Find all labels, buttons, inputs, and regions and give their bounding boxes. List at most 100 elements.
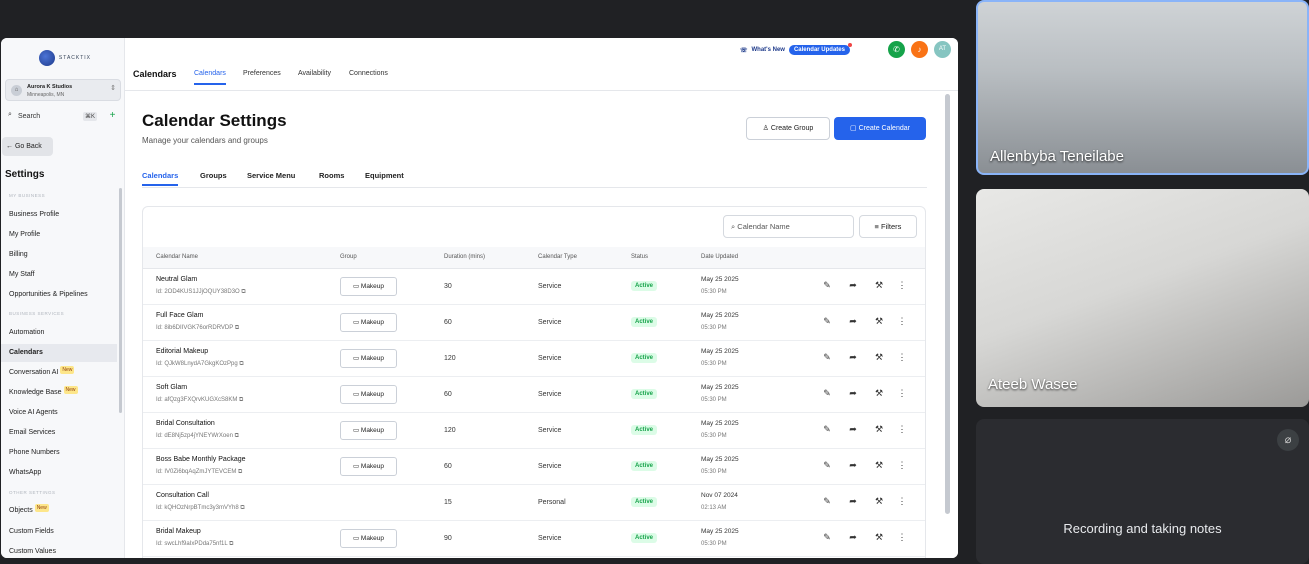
create-calendar-button[interactable]: ▢ Create Calendar <box>834 117 926 140</box>
calendar-name[interactable]: Full Face Glam <box>156 312 203 319</box>
main-scrollbar[interactable] <box>945 94 950 514</box>
whats-new[interactable]: ☏ What's New Calendar Updates <box>740 43 852 57</box>
more-icon[interactable]: ⋮ <box>896 532 908 543</box>
sidebar-item-calendars[interactable]: Calendars <box>1 344 117 362</box>
table-row[interactable]: Bridal Consultation Id: dE8Nj5zp4jYNEYWrX… <box>143 413 925 449</box>
share-icon[interactable]: ➦ <box>847 280 859 291</box>
calendar-name[interactable]: Editorial Makeup <box>156 348 208 355</box>
group-chip[interactable]: ▭ Makeup <box>340 277 397 296</box>
group-chip[interactable]: ▭ Makeup <box>340 457 397 476</box>
filters-button[interactable]: ≡ Filters <box>859 215 917 238</box>
sidebar-item-billing[interactable]: Billing <box>1 246 117 264</box>
tab-availability[interactable]: Availability <box>298 70 331 77</box>
copy-icon[interactable]: ⧉ <box>239 361 243 367</box>
subtab-calendars[interactable]: Calendars <box>142 171 179 186</box>
sidebar-item-business-profile[interactable]: Business Profile <box>1 206 117 224</box>
quick-add-button[interactable]: + <box>107 111 118 122</box>
unlink-icon[interactable]: ⚒ <box>873 280 885 291</box>
account-switcher[interactable]: ⌂ Aurora K Studios Minneapolis, MN ⇕ <box>5 79 121 101</box>
edit-icon[interactable]: ✎ <box>821 352 833 363</box>
calendar-updates-badge[interactable]: Calendar Updates <box>788 43 852 55</box>
calendar-search-input[interactable]: ⌕ Calendar Name <box>723 215 854 238</box>
copy-icon[interactable]: ⧉ <box>235 325 239 331</box>
tab-connections[interactable]: Connections <box>349 70 388 77</box>
more-icon[interactable]: ⋮ <box>896 352 908 363</box>
table-row[interactable]: Bridal Makeup Id: swcLhf9aIxPDda75nf1L ⧉ ▭… <box>143 521 925 557</box>
sidebar-item-voice-ai[interactable]: Voice AI Agents <box>1 404 117 422</box>
copy-icon[interactable]: ⧉ <box>229 541 233 547</box>
sidebar-item-phone-numbers[interactable]: Phone Numbers <box>1 444 117 462</box>
sidebar-item-email-services[interactable]: Email Services <box>1 424 117 442</box>
more-icon[interactable]: ⋮ <box>896 280 908 291</box>
calendar-name[interactable]: Consultation Call <box>156 492 209 499</box>
create-group-button[interactable]: ♙ Create Group <box>746 117 830 140</box>
calendar-name[interactable]: Neutral Glam <box>156 276 197 283</box>
calendar-name[interactable]: Bridal Makeup <box>156 528 201 535</box>
sidebar-item-objects[interactable]: Objects New <box>1 502 117 520</box>
group-chip[interactable]: ▭ Makeup <box>340 313 397 332</box>
more-icon[interactable]: ⋮ <box>896 388 908 399</box>
phone-icon[interactable]: ✆ <box>888 41 905 58</box>
table-row[interactable]: Full Face Glam Id: 8ib6DIIVGK76orRDRVDP ⧉… <box>143 305 925 341</box>
unlink-icon[interactable]: ⚒ <box>873 352 885 363</box>
avatar[interactable]: AT <box>934 41 951 58</box>
more-icon[interactable]: ⋮ <box>896 496 908 507</box>
group-chip[interactable]: ▭ Makeup <box>340 349 397 368</box>
edit-icon[interactable]: ✎ <box>821 532 833 543</box>
video-tile-notes[interactable]: ⌀ Recording and taking notes <box>976 419 1309 564</box>
unlink-icon[interactable]: ⚒ <box>873 460 885 471</box>
share-icon[interactable]: ➦ <box>847 316 859 327</box>
share-icon[interactable]: ➦ <box>847 460 859 471</box>
sidebar-item-whatsapp[interactable]: WhatsApp <box>1 464 117 482</box>
calendar-name[interactable]: Soft Glam <box>156 384 187 391</box>
copy-icon[interactable]: ⧉ <box>235 433 239 439</box>
video-tile-participant-1[interactable]: Allenbyba Teneilabe <box>976 0 1309 175</box>
table-row[interactable]: Soft Glam Id: afQzg3FXQrvKUGXcS8KM ⧉ ▭ Mak… <box>143 377 925 413</box>
sidebar-item-custom-fields[interactable]: Custom Fields <box>1 523 117 541</box>
share-icon[interactable]: ➦ <box>847 388 859 399</box>
group-chip[interactable]: ▭ Makeup <box>340 385 397 404</box>
subtab-groups[interactable]: Groups <box>200 171 227 180</box>
sidebar-item-conversation-ai[interactable]: Conversation AI New <box>1 364 117 382</box>
copy-icon[interactable]: ⧉ <box>239 397 243 403</box>
sidebar-item-opportunities[interactable]: Opportunities & Pipelines <box>1 286 117 304</box>
unlink-icon[interactable]: ⚒ <box>873 424 885 435</box>
edit-icon[interactable]: ✎ <box>821 496 833 507</box>
share-icon[interactable]: ➦ <box>847 424 859 435</box>
video-tile-participant-2[interactable]: Ateeb Wasee <box>976 189 1309 407</box>
group-chip[interactable]: ▭ Makeup <box>340 529 397 548</box>
edit-icon[interactable]: ✎ <box>821 388 833 399</box>
sidebar-item-custom-values[interactable]: Custom Values <box>1 543 117 558</box>
copy-icon[interactable]: ⧉ <box>240 505 244 511</box>
more-icon[interactable]: ⋮ <box>896 424 908 435</box>
sidebar-item-automation[interactable]: Automation <box>1 324 117 342</box>
table-row[interactable]: Consultation Call Id: kQHOzNrpBTmc3y3mVYh… <box>143 485 925 521</box>
sidebar-item-my-staff[interactable]: My Staff <box>1 266 117 284</box>
edit-icon[interactable]: ✎ <box>821 316 833 327</box>
share-icon[interactable]: ➦ <box>847 532 859 543</box>
edit-icon[interactable]: ✎ <box>821 460 833 471</box>
edit-icon[interactable]: ✎ <box>821 280 833 291</box>
sidebar-item-knowledge-base[interactable]: Knowledge Base New <box>1 384 117 402</box>
sidebar-item-my-profile[interactable]: My Profile <box>1 226 117 244</box>
table-row[interactable]: Editorial Makeup Id: QJkW8LnydA7GkgKOzPpg… <box>143 341 925 377</box>
unlink-icon[interactable]: ⚒ <box>873 496 885 507</box>
more-icon[interactable]: ⋮ <box>896 316 908 327</box>
calendar-name[interactable]: Boss Babe Monthly Package <box>156 456 246 463</box>
sidebar-scrollbar[interactable] <box>119 188 122 413</box>
share-icon[interactable]: ➦ <box>847 352 859 363</box>
subtab-rooms[interactable]: Rooms <box>319 171 344 180</box>
table-row[interactable]: Neutral Glam Id: 2OD4KUS1JJjOQUY38D3O ⧉ ▭ … <box>143 269 925 305</box>
bell-icon[interactable]: ♪ <box>911 41 928 58</box>
subtab-equipment[interactable]: Equipment <box>365 171 404 180</box>
sidebar-search[interactable]: ⌕ Search ⌘K <box>5 110 99 124</box>
go-back-button[interactable]: ← Go Back <box>2 137 53 156</box>
copy-icon[interactable]: ⧉ <box>238 469 242 475</box>
more-icon[interactable]: ⋮ <box>896 460 908 471</box>
tab-preferences[interactable]: Preferences <box>243 70 281 77</box>
tab-calendars[interactable]: Calendars <box>194 70 226 85</box>
share-icon[interactable]: ➦ <box>847 496 859 507</box>
unlink-icon[interactable]: ⚒ <box>873 388 885 399</box>
table-row[interactable]: Boss Babe Monthly Package Id: IV0Zi6bqAqZ… <box>143 449 925 485</box>
group-chip[interactable]: ▭ Makeup <box>340 421 397 440</box>
